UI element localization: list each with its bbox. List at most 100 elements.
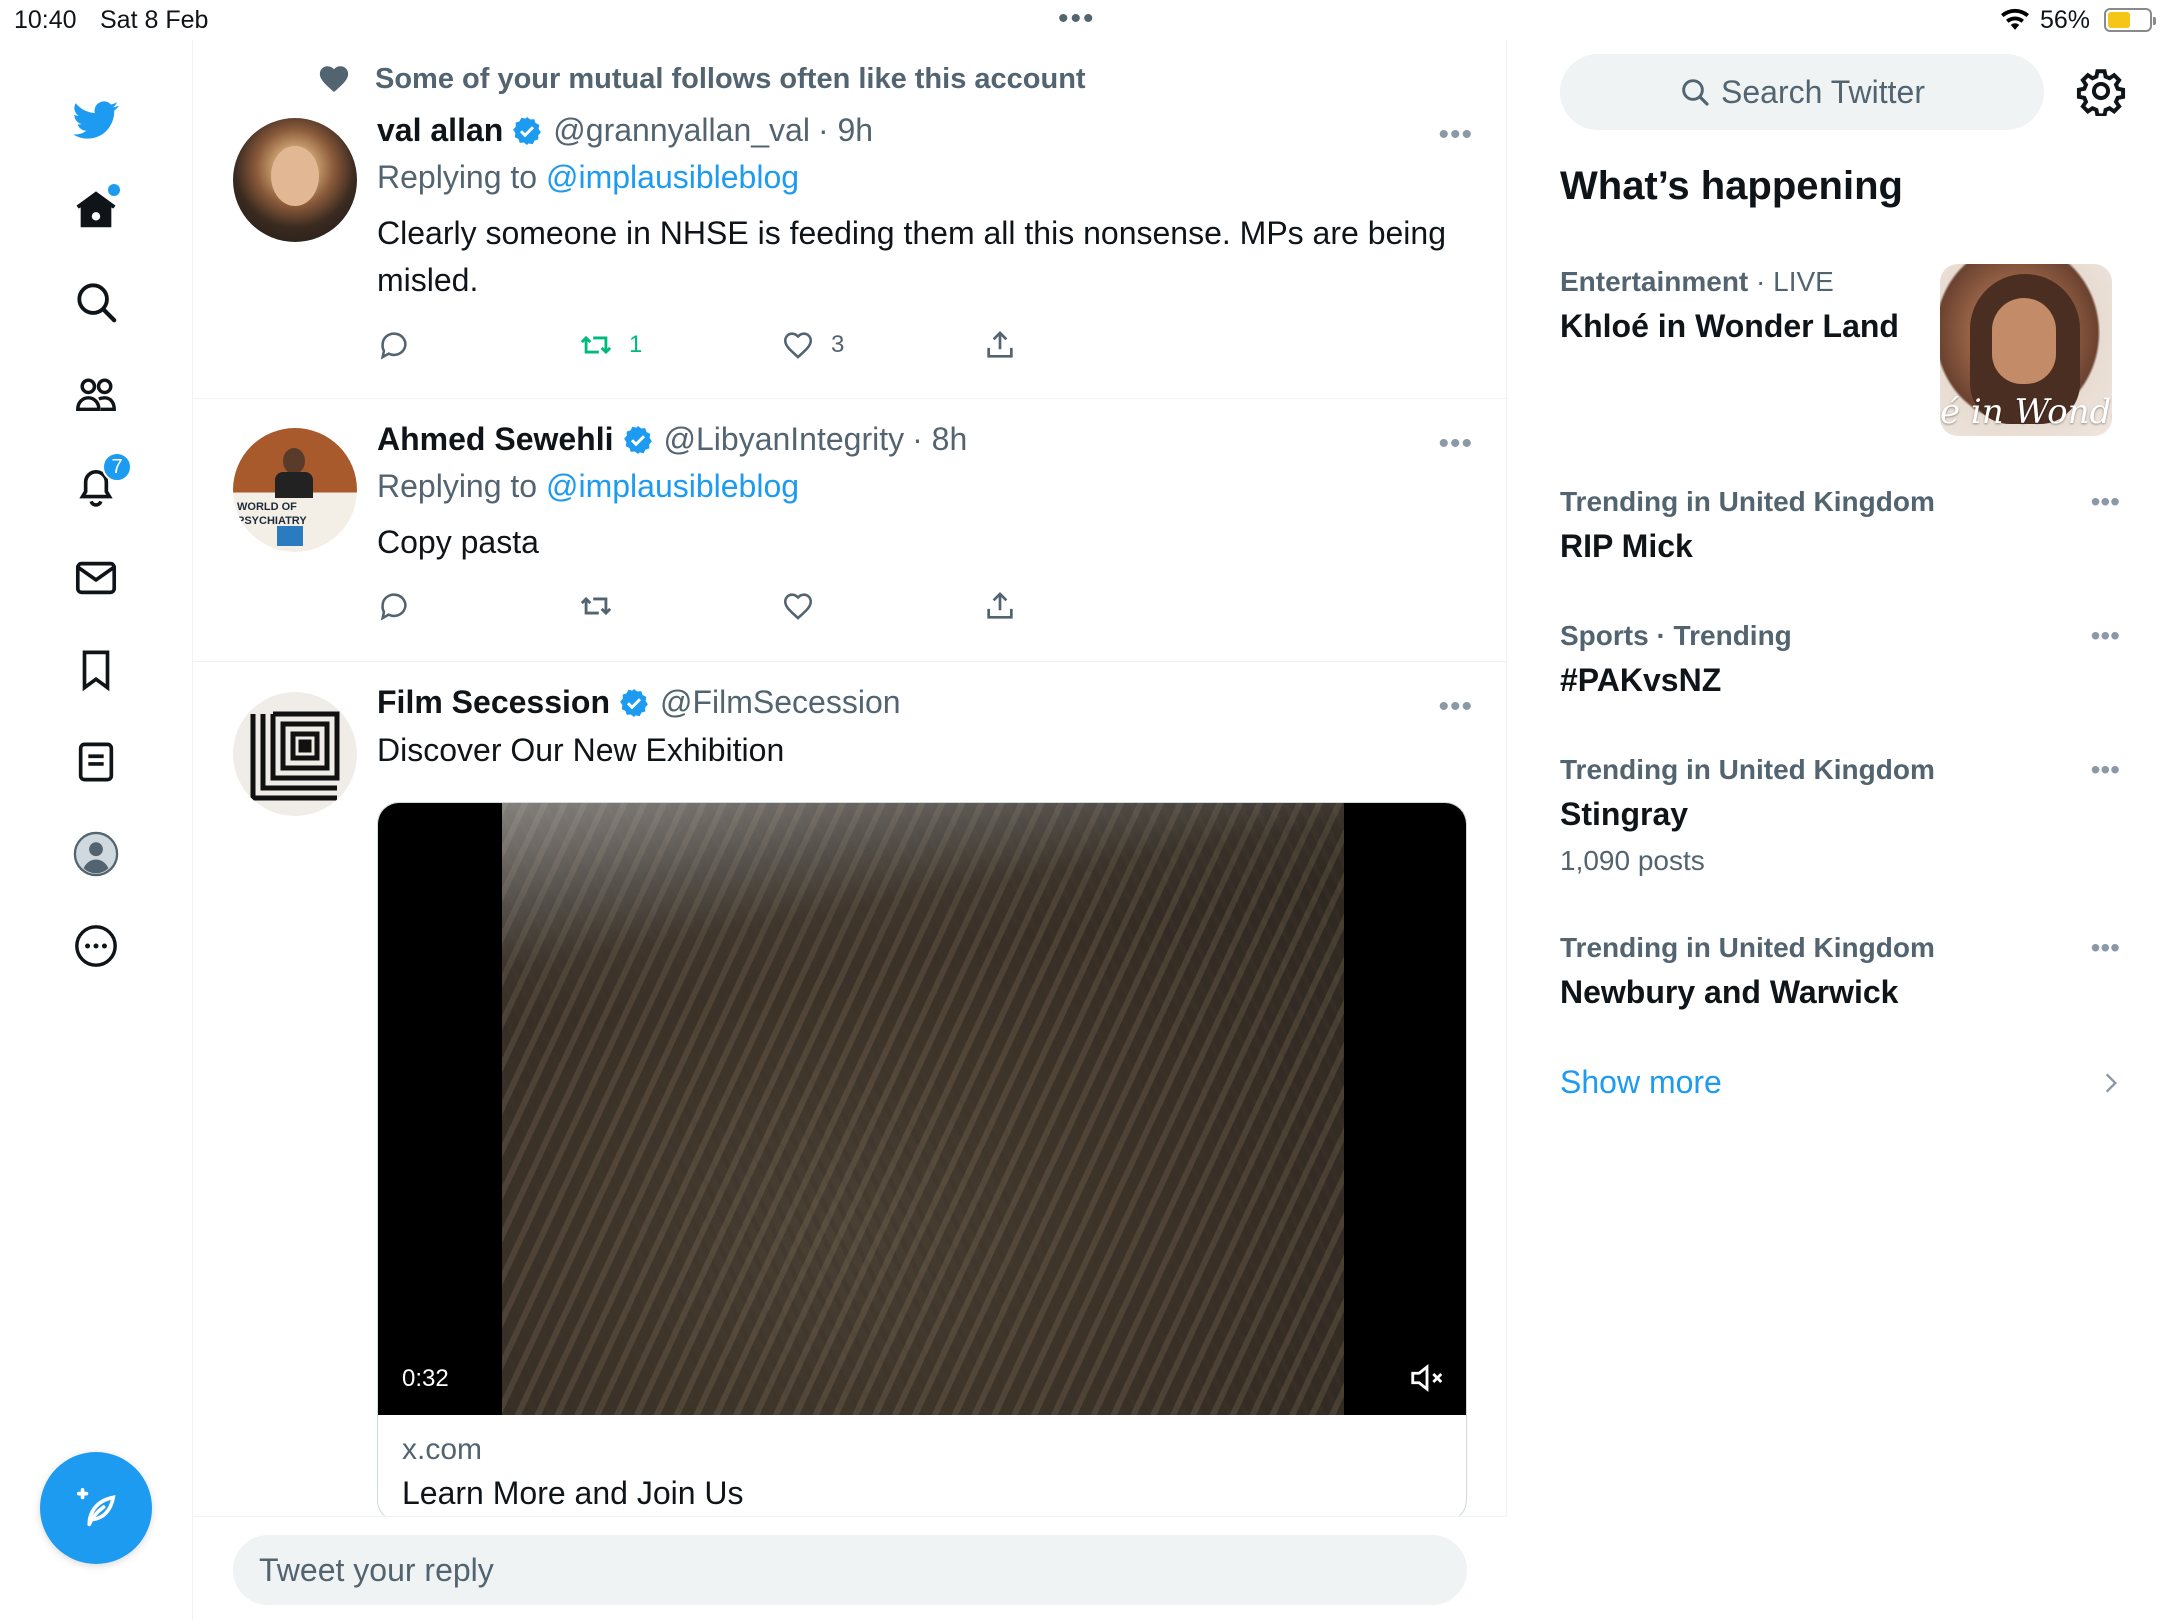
video-time: 0:32: [402, 1365, 449, 1392]
trend-item[interactable]: Trending in United Kingdom RIP Mick •••: [1560, 486, 2120, 565]
nav-profile[interactable]: [66, 824, 126, 884]
trend-more-button[interactable]: •••: [2091, 486, 2120, 518]
status-time: 10:40: [14, 6, 77, 34]
status-bar: 10:40 Sat 8 Feb ••• 56%: [0, 0, 2160, 40]
author-handle[interactable]: @LibyanIntegrity: [664, 421, 905, 458]
card-domain: x.com: [402, 1433, 483, 1466]
tweet-more-button[interactable]: •••: [1438, 690, 1473, 724]
tweet[interactable]: Some of your mutual follows often like t…: [193, 40, 1506, 399]
nav-more[interactable]: [66, 916, 126, 976]
nav-communities[interactable]: [66, 364, 126, 424]
nav-bookmarks[interactable]: [66, 640, 126, 700]
avatar-caption: WORLD OF PSYCHIATRY: [237, 501, 307, 527]
author-name[interactable]: Film Secession: [377, 684, 610, 721]
author-name[interactable]: val allan: [377, 112, 503, 149]
trend-image[interactable]: é in Wonder L: [1940, 264, 2112, 436]
show-more-link[interactable]: Show more: [1560, 1064, 1722, 1101]
avatar[interactable]: [233, 692, 357, 816]
tweet-header: val allan @grannyallan_val · 9h: [377, 112, 1467, 149]
author-handle[interactable]: @FilmSecession: [660, 684, 901, 721]
nav-notifications[interactable]: 7: [66, 452, 132, 516]
battery-fill: [2108, 12, 2130, 28]
tweet-reply-input[interactable]: [233, 1535, 1467, 1605]
video-player[interactable]: 0:32: [378, 803, 1466, 1415]
like-button[interactable]: 3: [781, 328, 983, 362]
bird-icon: [73, 101, 119, 139]
bookmark-icon: [82, 650, 110, 692]
trend-category: Trending in United Kingdom: [1560, 486, 1935, 517]
tweet[interactable]: WORLD OF PSYCHIATRY Ahmed Sewehli @Libya…: [193, 399, 1506, 662]
avatar[interactable]: [233, 118, 357, 242]
battery-icon: [2104, 8, 2156, 32]
share-button[interactable]: [983, 589, 1185, 623]
search-placeholder: Search Twitter: [1721, 73, 1925, 110]
nav-home[interactable]: [66, 180, 126, 240]
author-name[interactable]: Ahmed Sewehli: [377, 421, 614, 458]
author-handle[interactable]: @grannyallan_val: [553, 112, 810, 149]
chevron-right-icon[interactable]: [2098, 1070, 2124, 1096]
trend-live: · LIVE: [1756, 266, 1834, 297]
share-icon: [987, 331, 1013, 358]
replying-to-link[interactable]: @implausibleblog: [546, 468, 799, 504]
twitter-logo[interactable]: [66, 90, 126, 150]
tweet-text: Copy pasta: [377, 524, 539, 560]
replying-to: Replying to @implausibleblog: [377, 468, 1467, 505]
trend-more-button[interactable]: •••: [2091, 932, 2120, 964]
retweet-button[interactable]: 1: [579, 328, 781, 362]
trend-item[interactable]: Trending in United Kingdom Stingray 1,09…: [1560, 754, 2120, 877]
tweet-time[interactable]: · 9h: [818, 112, 873, 149]
tweet[interactable]: Film Secession @FilmSecession Discover O…: [193, 662, 1506, 1620]
gear-icon[interactable]: [2076, 66, 2126, 116]
retweet-icon: [580, 596, 612, 616]
reply-button[interactable]: [377, 328, 579, 362]
list-icon: [78, 742, 114, 782]
retweet-button[interactable]: [579, 589, 781, 623]
nav-messages[interactable]: [66, 548, 126, 608]
envelope-icon: [75, 561, 117, 595]
tweet-text: Discover Our New Exhibition: [377, 732, 785, 768]
tweet-time[interactable]: · 8h: [912, 421, 967, 458]
replying-to-prefix: Replying to: [377, 159, 538, 195]
replying-to-link[interactable]: @implausibleblog: [546, 159, 799, 195]
compose-tweet-icon: [76, 1487, 116, 1527]
heart-icon: [783, 593, 813, 620]
trend-item[interactable]: Trending in United Kingdom Newbury and W…: [1560, 932, 2120, 1011]
avatar-person: [283, 448, 305, 474]
search-twitter-field[interactable]: Search Twitter: [1560, 54, 2044, 130]
retweet-icon: [580, 335, 612, 355]
muted-speaker-icon[interactable]: [1408, 1359, 1446, 1397]
trend-post-count: 1,090 posts: [1560, 845, 1705, 876]
social-context: Some of your mutual follows often like t…: [317, 62, 1086, 96]
film-secession-logo-icon: [250, 711, 340, 801]
nav-lists[interactable]: [66, 732, 126, 792]
people-icon: [76, 378, 116, 412]
avatar-face: [271, 146, 319, 206]
tweet-actions: [377, 589, 1185, 623]
trend-topic: Stingray: [1560, 796, 1689, 832]
like-button[interactable]: [781, 589, 983, 623]
multitasking-dots[interactable]: •••: [1058, 2, 1096, 36]
share-button[interactable]: [983, 328, 1185, 362]
timeline-feed: Some of your mutual follows often like t…: [193, 40, 1507, 1620]
trend-category: Trending in United Kingdom: [1560, 932, 1935, 963]
avatar[interactable]: WORLD OF PSYCHIATRY: [233, 428, 357, 552]
trend-item[interactable]: Sports · Trending #PAKvsNZ •••: [1560, 620, 2120, 699]
retweet-count: 1: [629, 331, 643, 358]
trend-category: Trending in United Kingdom: [1560, 754, 1935, 785]
tweet-content: Ahmed Sewehli @LibyanIntegrity · 8h Repl…: [377, 421, 1467, 566]
link-card[interactable]: 0:32 x.com Learn More and Join Us: [377, 802, 1467, 1522]
nav-explore[interactable]: [66, 272, 126, 332]
trend-more-button[interactable]: •••: [2091, 754, 2120, 786]
compose-tweet-button[interactable]: [40, 1452, 152, 1564]
trend-more-button[interactable]: •••: [2091, 620, 2120, 652]
reply-icon: [380, 332, 407, 360]
home-new-dot: [108, 184, 120, 196]
tweet-more-button[interactable]: •••: [1438, 427, 1473, 461]
trend-topic: #PAKvsNZ: [1560, 662, 1722, 698]
reply-button[interactable]: [377, 589, 579, 623]
like-count: 3: [831, 331, 845, 358]
trend-topic: Newbury and Warwick: [1560, 974, 1899, 1010]
profile-icon: [73, 831, 119, 877]
wifi-icon: [2001, 8, 2029, 30]
tweet-more-button[interactable]: •••: [1438, 118, 1473, 152]
